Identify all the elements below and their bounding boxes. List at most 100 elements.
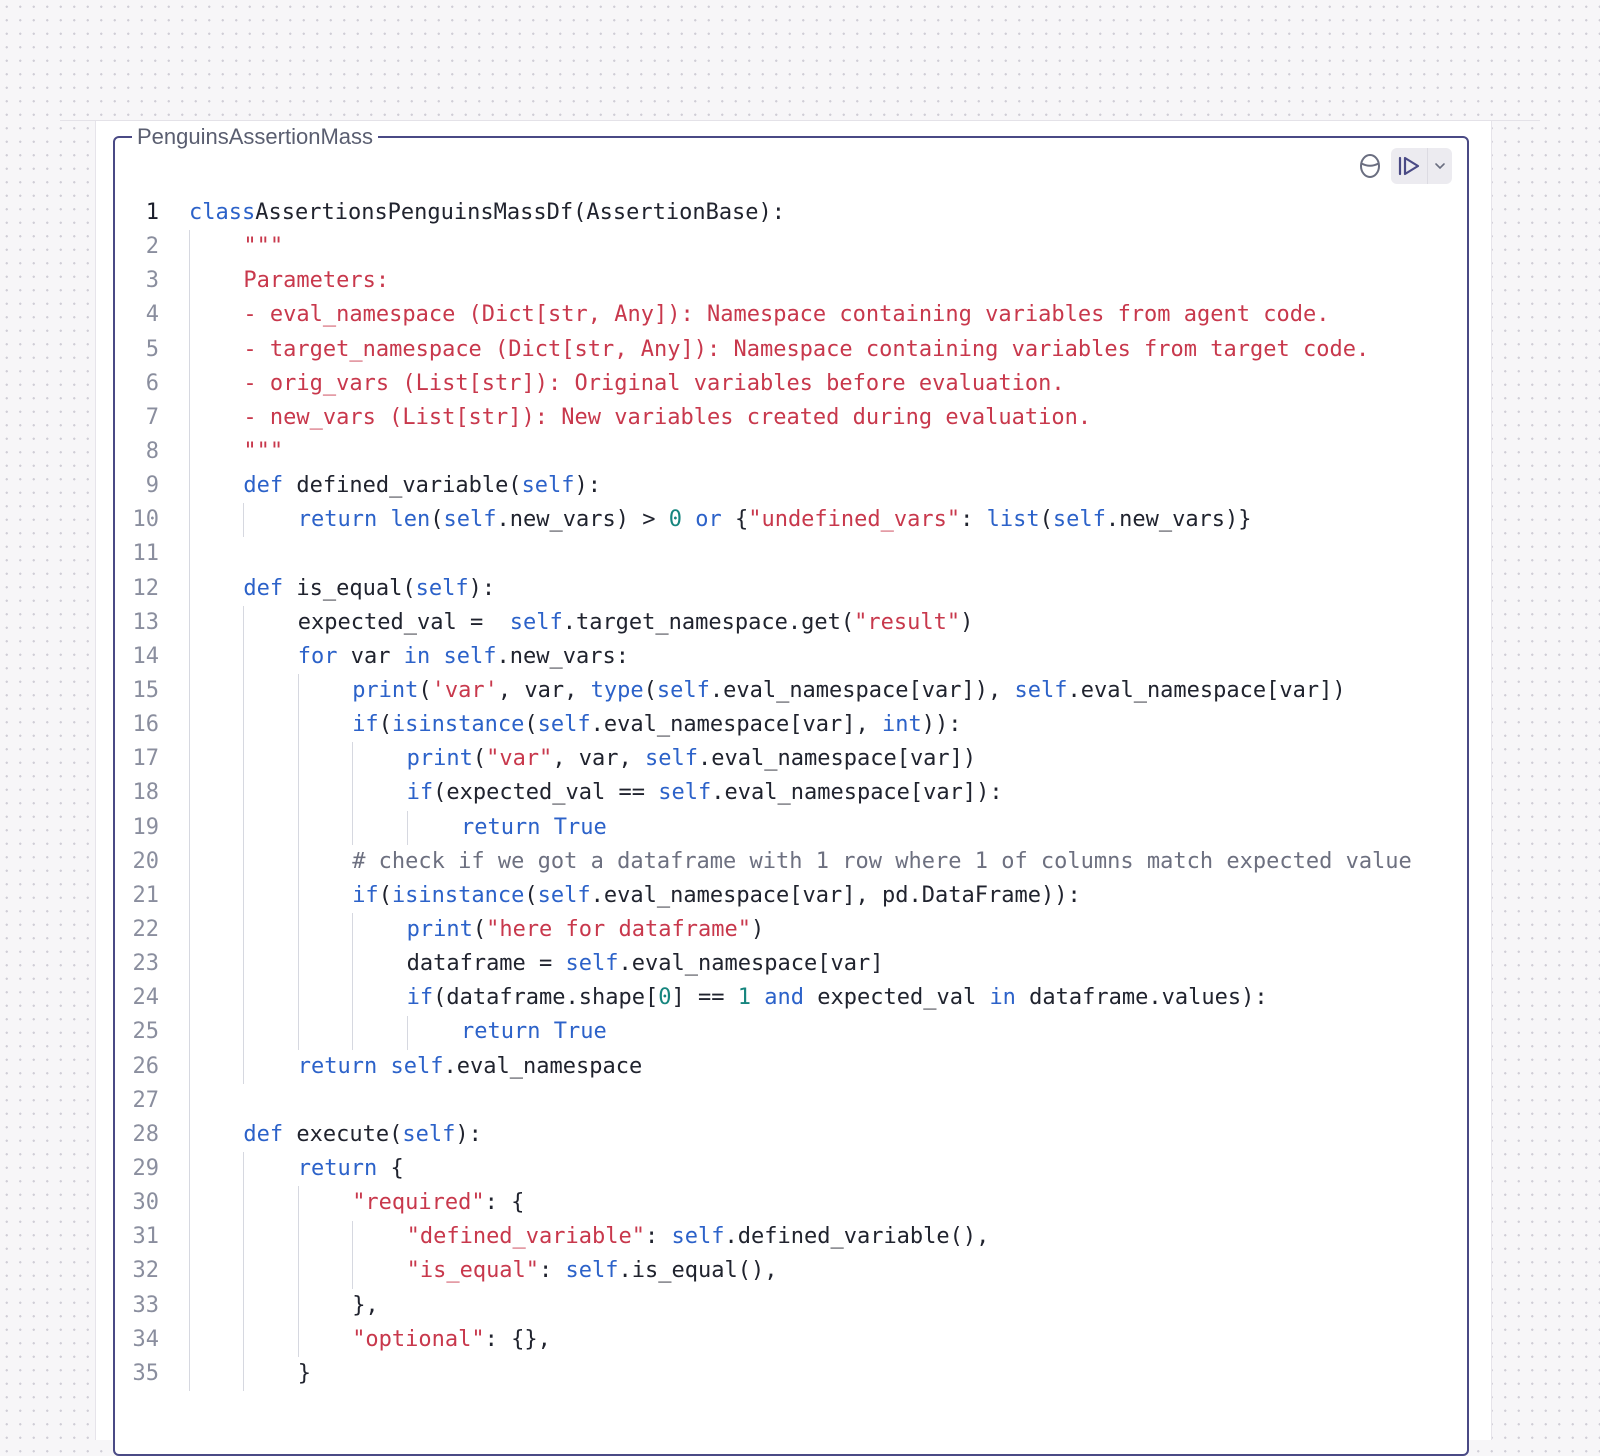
- code-line[interactable]: 26 return self.eval_namespace: [113, 1050, 1453, 1084]
- line-number: 22: [132, 916, 160, 942]
- code-token: .new_vars) >: [496, 507, 669, 533]
- code-token: list: [986, 507, 1040, 533]
- run-cell-icon[interactable]: [1391, 148, 1427, 184]
- code-token: .eval_namespace[var]):: [711, 780, 1003, 806]
- code-text: def defined_variable(self):: [243, 469, 601, 503]
- code-text: - target_namespace (Dict[str, Any]): Nam…: [243, 333, 1369, 367]
- code-line[interactable]: 27: [113, 1084, 1453, 1118]
- code-token: return: [297, 1155, 378, 1181]
- code-token: "here for dataframe": [486, 916, 751, 942]
- code-token: and: [764, 985, 804, 1011]
- line-number: 5: [145, 336, 159, 362]
- code-token: ):: [574, 473, 602, 499]
- line-number: 24: [132, 985, 160, 1011]
- indent-guide: [406, 1015, 408, 1050]
- top-divider: [60, 120, 1540, 121]
- code-text: classAssertionsPenguinsMassDf(AssertionB…: [189, 196, 785, 230]
- code-token: 0: [668, 507, 682, 533]
- chevron-down-icon[interactable]: [1427, 148, 1452, 184]
- code-line[interactable]: 28 def execute(self):: [113, 1118, 1453, 1152]
- line-number: 11: [132, 541, 160, 567]
- line-number: 16: [132, 712, 160, 738]
- code-token: ): [960, 609, 974, 635]
- line-number: 12: [132, 575, 160, 601]
- code-line[interactable]: 2 """: [113, 230, 1453, 264]
- code-line[interactable]: 7 - new_vars (List[str]): New variables c…: [113, 401, 1453, 435]
- code-line[interactable]: 8 """: [113, 435, 1453, 469]
- code-line[interactable]: 33},: [113, 1289, 1453, 1323]
- code-text: return True: [461, 1015, 607, 1049]
- code-token: .eval_namespace[var]),: [709, 677, 1015, 703]
- database-icon[interactable]: [1355, 150, 1385, 182]
- line-number: 18: [132, 780, 160, 806]
- code-line[interactable]: 16 if(isinstance(self.eval_namespace[var]…: [113, 708, 1453, 742]
- code-line[interactable]: 19 return True: [113, 811, 1453, 845]
- line-number: 4: [145, 302, 159, 328]
- code-token: : {},: [484, 1326, 551, 1352]
- code-line[interactable]: 11: [113, 537, 1453, 571]
- code-line[interactable]: 10 return len(self.new_vars) > 0 or {"und…: [113, 503, 1453, 537]
- line-number: 23: [132, 951, 160, 977]
- code-line[interactable]: 23 dataframe = self.eval_namespace[var]: [113, 947, 1453, 981]
- code-line[interactable]: 17 print("var", var, self.eval_namespace[…: [113, 742, 1453, 776]
- code-token: in: [989, 985, 1016, 1011]
- code-line[interactable]: 24 if(dataframe.shape[0] == 1 and expecte…: [113, 981, 1453, 1015]
- code-line[interactable]: 4 - eval_namespace (Dict[str, Any]): Name…: [113, 298, 1453, 332]
- code-text: def is_equal(self):: [243, 572, 495, 606]
- code-line[interactable]: 15 print('var', var, type(self.eval_names…: [113, 674, 1453, 708]
- code-text: - new_vars (List[str]): New variables cr…: [243, 401, 1091, 435]
- code-line[interactable]: 31 "defined_variable": self.defined_varia…: [113, 1220, 1453, 1254]
- code-line[interactable]: 20 # check if we got a dataframe with 1 r…: [113, 845, 1453, 879]
- code-line[interactable]: 6 - orig_vars (List[str]): Original varia…: [113, 367, 1453, 401]
- code-token: self: [402, 1121, 456, 1147]
- code-token: (: [430, 507, 444, 533]
- indent-guide: [243, 1152, 245, 1392]
- code-line[interactable]: 34 "optional": {},: [113, 1323, 1453, 1357]
- line-number: 33: [132, 1292, 160, 1318]
- code-token: """: [243, 234, 284, 260]
- code-token: "var": [486, 746, 553, 772]
- code-token: """: [243, 438, 284, 464]
- code-text: "is_equal": self.is_equal(),: [407, 1254, 778, 1288]
- code-token: - orig_vars (List[str]): Original variab…: [243, 370, 1065, 396]
- code-text: # check if we got a dataframe with 1 row…: [352, 845, 1412, 879]
- code-token: self: [443, 643, 497, 669]
- code-line[interactable]: 9 def defined_variable(self):: [113, 469, 1453, 503]
- code-line[interactable]: 21 if(isinstance(self.eval_namespace[var]…: [113, 879, 1453, 913]
- code-token: - eval_namespace (Dict[str, Any]): Names…: [243, 302, 1330, 328]
- code-line[interactable]: 1 classAssertionsPenguinsMassDf(Assertion…: [113, 196, 1453, 230]
- code-token: , var,: [552, 746, 646, 772]
- code-line[interactable]: 5 - target_namespace (Dict[str, Any]): Na…: [113, 333, 1453, 367]
- code-token: "defined_variable": [406, 1224, 646, 1250]
- code-line[interactable]: 25 return True: [113, 1015, 1453, 1049]
- line-number: 9: [145, 473, 159, 499]
- code-token: ):: [468, 575, 496, 601]
- code-line[interactable]: 30 "required": {: [113, 1186, 1453, 1220]
- code-text: dataframe = self.eval_namespace[var]: [407, 947, 884, 981]
- code-line[interactable]: 13 expected_val = self.target_namespace.g…: [113, 606, 1453, 640]
- code-token: if: [352, 882, 379, 908]
- code-text: if(expected_val == self.eval_namespace[v…: [407, 776, 1003, 810]
- code-line[interactable]: 35}: [113, 1357, 1453, 1391]
- code-text: """: [243, 435, 283, 469]
- code-line[interactable]: 22 print("here for dataframe"): [113, 913, 1453, 947]
- code-token: self: [537, 712, 591, 738]
- code-line[interactable]: 14 for var in self.new_vars:: [113, 640, 1453, 674]
- code-token: isinstance: [391, 882, 525, 908]
- code-token: if: [406, 780, 434, 806]
- code-line[interactable]: 18 if(expected_val == self.eval_namespace…: [113, 776, 1453, 810]
- indent-guide: [352, 913, 354, 1050]
- code-editor[interactable]: 1 classAssertionsPenguinsMassDf(Assertion…: [113, 196, 1453, 1392]
- indent-guide: [352, 742, 354, 845]
- code-token: expected_val: [804, 985, 990, 1011]
- line-number: 20: [132, 848, 160, 874]
- code-line[interactable]: 29 return {: [113, 1152, 1453, 1186]
- code-line[interactable]: 3 Parameters:: [113, 264, 1453, 298]
- code-text: }: [298, 1357, 311, 1391]
- code-token: .eval_namespace[var]): [1067, 677, 1346, 703]
- code-token: return: [297, 1053, 378, 1079]
- code-text: return len(self.new_vars) > 0 or {"undef…: [298, 503, 1252, 537]
- code-line[interactable]: 32 "is_equal": self.is_equal(),: [113, 1254, 1453, 1288]
- code-line[interactable]: 12 def is_equal(self):: [113, 572, 1453, 606]
